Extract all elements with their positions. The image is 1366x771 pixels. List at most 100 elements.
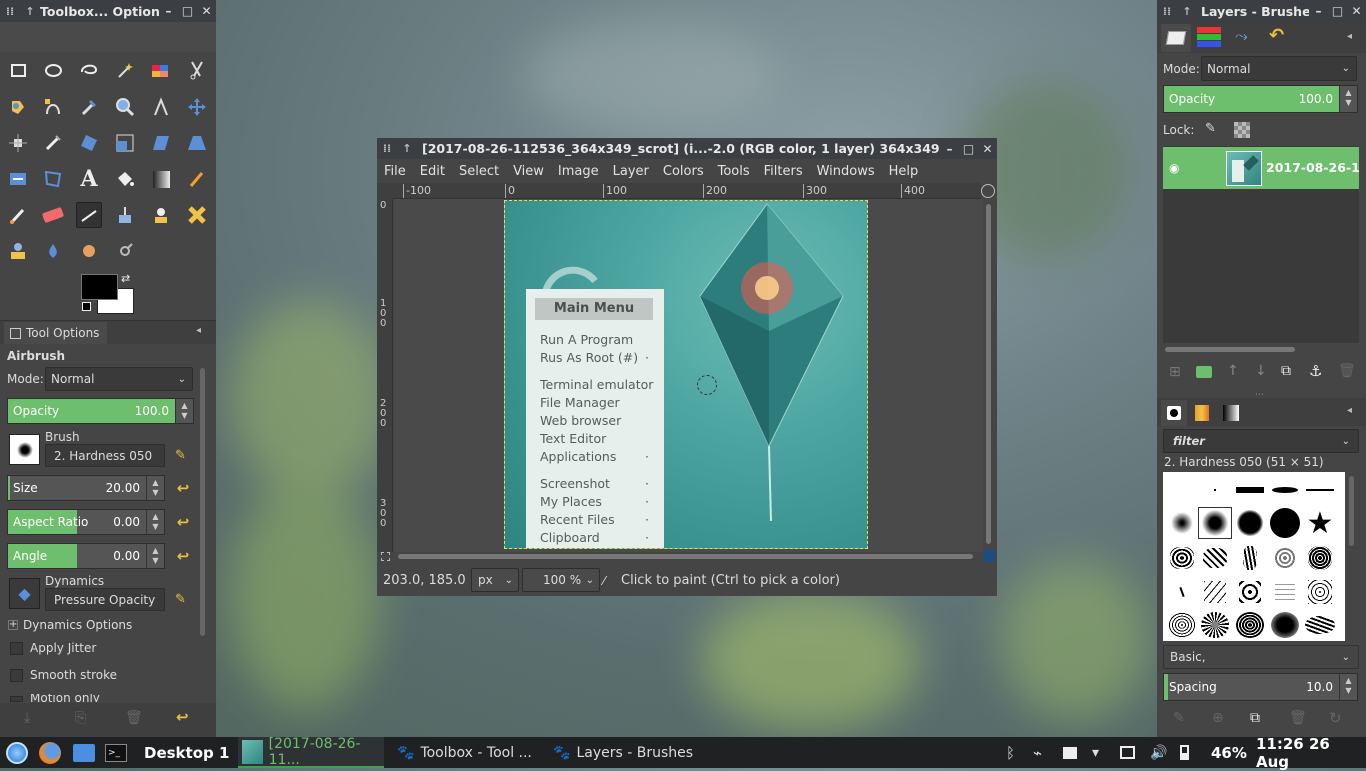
color-picker-tool-icon[interactable]	[76, 94, 102, 120]
airbrush-tool-icon[interactable]	[76, 202, 102, 228]
tab-layers[interactable]	[1161, 24, 1191, 52]
ink-tool-icon[interactable]	[112, 202, 138, 228]
pin-icon[interactable]: ↑	[397, 142, 417, 155]
brush-texture[interactable]	[1165, 609, 1199, 641]
scale-tool-icon[interactable]	[112, 130, 138, 156]
brush-block-02[interactable]	[1268, 475, 1302, 505]
horizontal-ruler[interactable]: -100 0 100 200 300 400	[393, 183, 981, 199]
brush-block-01[interactable]	[1233, 475, 1267, 505]
opacity-slider[interactable]: Opacity 100.0 ▲ ▼	[7, 398, 194, 424]
volume-icon[interactable]: 🔊	[1150, 737, 1167, 768]
brush-texture[interactable]	[1303, 609, 1337, 641]
select-by-color-tool-icon[interactable]	[148, 57, 174, 83]
layer-name[interactable]: 2017-08-26-11	[1266, 160, 1359, 175]
pin-icon[interactable]: ↑	[1177, 5, 1197, 18]
menu-layer[interactable]: Layer	[606, 164, 656, 179]
foreground-select-tool-icon[interactable]	[5, 94, 31, 120]
pencil-tool-icon[interactable]	[184, 166, 210, 192]
dynamics-preview[interactable]: ◆	[9, 578, 40, 609]
heal-tool-icon[interactable]	[184, 202, 210, 228]
apply-jitter-checkbox[interactable]	[10, 642, 23, 655]
tab-patterns[interactable]	[1195, 405, 1209, 421]
default-colors-icon[interactable]	[82, 302, 91, 311]
brush-hardness-025[interactable]	[1165, 507, 1199, 539]
motion-only-checkbox[interactable]	[10, 696, 23, 702]
tab-brushes[interactable]	[1161, 400, 1187, 426]
brush-texture[interactable]	[1268, 609, 1302, 641]
brush-hardness-050[interactable]	[1198, 507, 1232, 539]
clone-tool-icon[interactable]	[148, 202, 174, 228]
tab-undo-history[interactable]: ↶	[1269, 25, 1284, 46]
wifi-icon[interactable]: ▾	[1092, 737, 1099, 768]
move-handle-icon[interactable]: ⁞⁞	[1157, 5, 1177, 18]
refresh-brushes-icon[interactable]: ↻	[1329, 709, 1342, 727]
desktop-switcher[interactable]: Desktop 1	[144, 737, 229, 768]
tab-gradients[interactable]	[1223, 405, 1239, 421]
close-icon[interactable]: ✕	[197, 4, 216, 18]
delete-layer-icon[interactable]: 🗑	[1338, 363, 1356, 379]
clock[interactable]: 11:26 26 Aug	[1256, 735, 1366, 771]
dynamics-name-field[interactable]: Pressure Opacity	[45, 588, 165, 611]
smudge-tool-icon[interactable]	[76, 238, 102, 264]
smooth-stroke-checkbox[interactable]	[10, 669, 23, 682]
firefox-launcher-icon[interactable]	[39, 737, 61, 768]
minimize-icon[interactable]: –	[940, 142, 959, 156]
vertical-scrollbar[interactable]	[983, 199, 997, 552]
menu-edit[interactable]: Edit	[413, 164, 452, 179]
brush-texture[interactable]	[1303, 542, 1337, 574]
duplicate-layer-icon[interactable]: ⧉	[1281, 363, 1291, 379]
menu-file[interactable]: File	[377, 164, 413, 179]
brush-texture[interactable]	[1233, 542, 1267, 574]
maximize-icon[interactable]: □	[959, 142, 978, 156]
align-tool-icon[interactable]	[5, 130, 31, 156]
zoom-tool-icon[interactable]	[112, 94, 138, 120]
brush-texture[interactable]	[1165, 576, 1199, 608]
mode-select[interactable]: Normal ⌄	[45, 367, 193, 391]
brush-preset-select[interactable]: Basic, ⌄	[1163, 645, 1359, 669]
brush-texture[interactable]	[1268, 576, 1302, 608]
task-toolbox[interactable]: 🐾 Toolbox - Tool ...	[393, 737, 541, 768]
measure-tool-icon[interactable]	[148, 94, 174, 120]
free-select-tool-icon[interactable]	[76, 57, 102, 83]
anchor-layer-icon[interactable]: ⚓	[1309, 362, 1322, 380]
aspect-spin[interactable]: ▲ ▼	[146, 510, 164, 534]
brush-texture[interactable]	[1233, 576, 1267, 608]
zoom-fit-icon[interactable]	[983, 550, 995, 562]
battery-icon[interactable]	[1180, 737, 1189, 768]
reset-options-icon[interactable]: ↩	[176, 708, 189, 726]
task-layers[interactable]: 🐾 Layers - Brushes	[549, 737, 699, 768]
restore-options-icon[interactable]: ⎘	[75, 710, 86, 726]
scissors-select-tool-icon[interactable]	[184, 57, 210, 83]
brush-texture[interactable]	[1268, 542, 1302, 574]
angle-slider[interactable]: Angle 0.00 ▲ ▼	[7, 543, 165, 569]
image-window-titlebar[interactable]: ⁞⁞ ↑ [2017-08-26-112536_364x349_scrot] (…	[377, 138, 997, 159]
options-scrollbar[interactable]	[200, 368, 205, 636]
delete-options-icon[interactable]: 🗑	[125, 710, 143, 726]
layer-visibility-eye-icon[interactable]: ◉	[1169, 161, 1179, 175]
toolbox-titlebar[interactable]: ⁞⁞ ↑ Toolbox... Options – □ ✕	[0, 0, 216, 22]
paintbrush-tool-icon[interactable]	[5, 202, 31, 228]
layer-opacity-spin[interactable]: ▲ ▼	[1339, 86, 1357, 112]
zoom-select[interactable]: 100 % ⌄	[522, 568, 600, 592]
menu-help[interactable]: Help	[882, 164, 926, 179]
tab-paths[interactable]: ⤳	[1235, 26, 1248, 46]
swap-colors-icon[interactable]: ⇄	[121, 272, 130, 285]
eraser-tool-icon[interactable]	[40, 202, 66, 228]
tab-channels[interactable]	[1197, 27, 1221, 49]
flip-tool-icon[interactable]	[5, 166, 31, 192]
dynamics-options-expander[interactable]: + Dynamics Options	[8, 618, 132, 632]
move-handle-icon[interactable]: ⁞⁞	[0, 5, 20, 18]
paths-tool-icon[interactable]	[40, 94, 66, 120]
file-manager-launcher-icon[interactable]	[73, 737, 95, 768]
move-tool-icon[interactable]	[184, 94, 210, 120]
lower-layer-icon[interactable]: ↓	[1255, 363, 1267, 379]
pin-icon[interactable]: ↑	[20, 5, 40, 18]
brush-hardness-075[interactable]	[1233, 507, 1267, 539]
size-slider[interactable]: Size 20.00 ▲ ▼	[7, 475, 165, 501]
maximize-icon[interactable]: □	[178, 4, 197, 18]
new-layer-icon[interactable]: ⊞	[1169, 364, 1181, 380]
tab-menu-icon[interactable]: ◂	[1347, 405, 1352, 416]
maximize-icon[interactable]: □	[1328, 4, 1347, 18]
tool-options-tab[interactable]: Tool Options	[4, 322, 107, 344]
spacing-spin[interactable]: ▲ ▼	[1339, 674, 1357, 700]
